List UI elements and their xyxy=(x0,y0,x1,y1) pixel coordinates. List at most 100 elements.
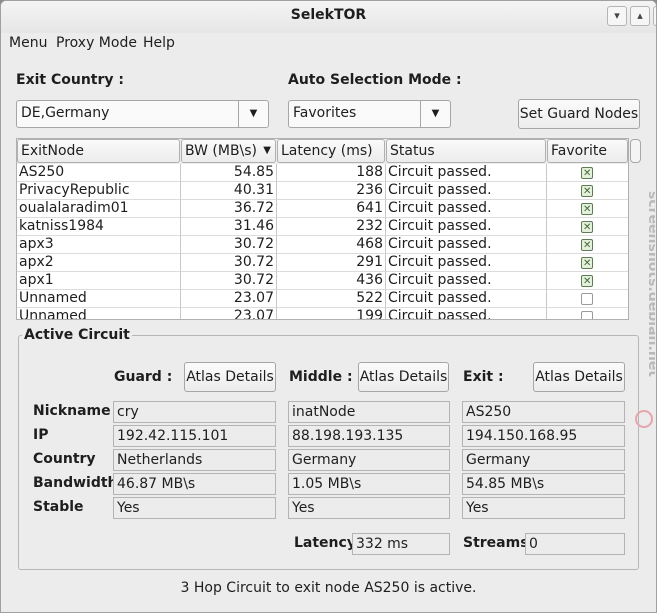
favorite-checkbox[interactable] xyxy=(581,273,593,289)
watermark-text: screenshots.debian.net xyxy=(645,191,655,377)
bw-cell: 54.85 xyxy=(181,164,277,182)
latency-cell: 291 xyxy=(277,254,386,272)
table-row[interactable]: apx1 30.72 436 Circuit passed. xyxy=(17,272,628,290)
status-cell: Circuit passed. xyxy=(386,218,547,236)
favorite-cell xyxy=(547,290,628,308)
favorite-cell xyxy=(547,182,628,200)
favorite-checkbox[interactable] xyxy=(581,237,593,253)
country-label: Country xyxy=(33,451,96,467)
maximize-button[interactable]: ▴ xyxy=(630,6,650,26)
status-cell: Circuit passed. xyxy=(386,290,547,308)
set-guard-nodes-button[interactable]: Set Guard Nodes xyxy=(518,99,640,129)
favorite-checkbox[interactable] xyxy=(581,255,593,271)
latency-label: Latency xyxy=(294,535,356,551)
guard-label: Guard : xyxy=(114,369,173,385)
close-button[interactable]: ✕ xyxy=(653,6,656,26)
menu-proxy-mode[interactable]: Proxy Mode xyxy=(56,35,137,51)
auto-selection-select[interactable]: Favorites ▼ xyxy=(288,100,451,128)
bw-cell: 30.72 xyxy=(181,254,277,272)
guard-bandwidth-field: 46.87 MB\s xyxy=(113,473,276,495)
scrollbar-thumb[interactable] xyxy=(630,139,641,163)
favorite-cell xyxy=(547,272,628,290)
exit-stable-field: Yes xyxy=(462,497,625,519)
table-row[interactable]: apx3 30.72 468 Circuit passed. xyxy=(17,236,628,254)
table-row[interactable]: PrivacyRepublic 40.31 236 Circuit passed. xyxy=(17,182,628,200)
status-text: 3 Hop Circuit to exit node AS250 is acti… xyxy=(180,580,477,596)
node-cell: oualalaradim01 xyxy=(17,200,181,218)
node-cell: apx2 xyxy=(17,254,181,272)
app-window: SelekTOR ▾ ▴ ✕ Menu Proxy Mode Help Exit… xyxy=(0,0,657,613)
favorite-cell xyxy=(547,200,628,218)
favorite-checkbox[interactable] xyxy=(581,293,593,305)
bw-cell: 31.46 xyxy=(181,218,277,236)
col-bw[interactable]: BW (MB\s) ▼ xyxy=(181,139,276,163)
table-row[interactable]: oualalaradim01 36.72 641 Circuit passed. xyxy=(17,200,628,218)
status-cell: Circuit passed. xyxy=(386,182,547,200)
bw-cell: 23.07 xyxy=(181,290,277,308)
middle-atlas-button[interactable]: Atlas Details xyxy=(358,362,449,392)
favorite-checkbox[interactable] xyxy=(581,219,593,235)
node-cell: PrivacyRepublic xyxy=(17,182,181,200)
middle-nickname-field: inatNode xyxy=(288,401,450,423)
watermark: screenshots.debian.net xyxy=(635,191,655,428)
menu-help[interactable]: Help xyxy=(143,35,175,51)
sort-desc-icon: ▼ xyxy=(263,145,271,156)
exit-nickname-field: AS250 xyxy=(462,401,625,423)
status-cell: Circuit passed. xyxy=(386,164,547,182)
middle-bandwidth-field: 1.05 MB\s xyxy=(288,473,450,495)
node-cell: Unnamed xyxy=(17,308,181,319)
middle-country-field: Germany xyxy=(288,449,450,471)
table-row[interactable]: apx2 30.72 291 Circuit passed. xyxy=(17,254,628,272)
latency-cell: 236 xyxy=(277,182,386,200)
ip-label: IP xyxy=(33,427,49,443)
menu-bar: Menu Proxy Mode Help xyxy=(1,33,656,55)
guard-country-field: Netherlands xyxy=(113,449,276,471)
streams-field: 0 xyxy=(525,533,625,555)
table-row[interactable]: Unnamed 23.07 522 Circuit passed. xyxy=(17,290,628,308)
status-cell: Circuit passed. xyxy=(386,254,547,272)
guard-atlas-button[interactable]: Atlas Details xyxy=(184,362,276,392)
status-cell: Circuit passed. xyxy=(386,236,547,254)
latency-field: 332 ms xyxy=(352,533,450,555)
exit-bandwidth-field: 54.85 MB\s xyxy=(462,473,625,495)
bw-cell: 23.07 xyxy=(181,308,277,319)
favorite-checkbox[interactable] xyxy=(581,183,593,199)
col-status[interactable]: Status xyxy=(386,139,546,163)
node-cell: apx1 xyxy=(17,272,181,290)
middle-ip-field: 88.198.193.135 xyxy=(288,425,450,447)
favorite-checkbox[interactable] xyxy=(581,201,593,217)
title-bar[interactable]: SelekTOR ▾ ▴ ✕ xyxy=(1,1,656,33)
active-circuit-title: Active Circuit xyxy=(22,327,132,343)
auto-selection-label: Auto Selection Mode : xyxy=(288,72,462,88)
col-exitnode[interactable]: ExitNode xyxy=(17,139,180,163)
table-row[interactable]: Unnamed 23.07 199 Circuit passed. xyxy=(17,308,628,319)
table-row[interactable]: AS250 54.85 188 Circuit passed. xyxy=(17,164,628,182)
bw-cell: 40.31 xyxy=(181,182,277,200)
latency-cell: 641 xyxy=(277,200,386,218)
exit-country-label: Exit Country : xyxy=(16,72,124,88)
middle-label: Middle : xyxy=(289,369,353,385)
favorite-checkbox[interactable] xyxy=(581,165,593,181)
status-cell: Circuit passed. xyxy=(386,308,547,319)
latency-cell: 232 xyxy=(277,218,386,236)
favorite-checkbox[interactable] xyxy=(581,311,593,319)
minimize-button[interactable]: ▾ xyxy=(607,6,627,26)
latency-cell: 188 xyxy=(277,164,386,182)
col-bw-label: BW (MB\s) xyxy=(185,143,258,159)
nickname-label: Nickname xyxy=(33,403,111,419)
streams-label: Streams xyxy=(463,535,529,551)
middle-stable-field: Yes xyxy=(288,497,450,519)
latency-cell: 436 xyxy=(277,272,386,290)
chevron-down-icon[interactable]: ▼ xyxy=(420,101,450,127)
col-latency[interactable]: Latency (ms) xyxy=(277,139,385,163)
menu-menu[interactable]: Menu xyxy=(9,35,47,51)
col-favorite[interactable]: Favorite xyxy=(547,139,628,163)
stable-label: Stable xyxy=(33,499,84,515)
guard-stable-field: Yes xyxy=(113,497,276,519)
bandwidth-label: Bandwidth xyxy=(33,475,118,491)
chevron-down-icon[interactable]: ▼ xyxy=(238,101,268,127)
table-row[interactable]: katniss1984 31.46 232 Circuit passed. xyxy=(17,218,628,236)
exit-country-select[interactable]: DE,Germany ▼ xyxy=(16,100,269,128)
bw-cell: 30.72 xyxy=(181,272,277,290)
exit-atlas-button[interactable]: Atlas Details xyxy=(533,362,625,392)
